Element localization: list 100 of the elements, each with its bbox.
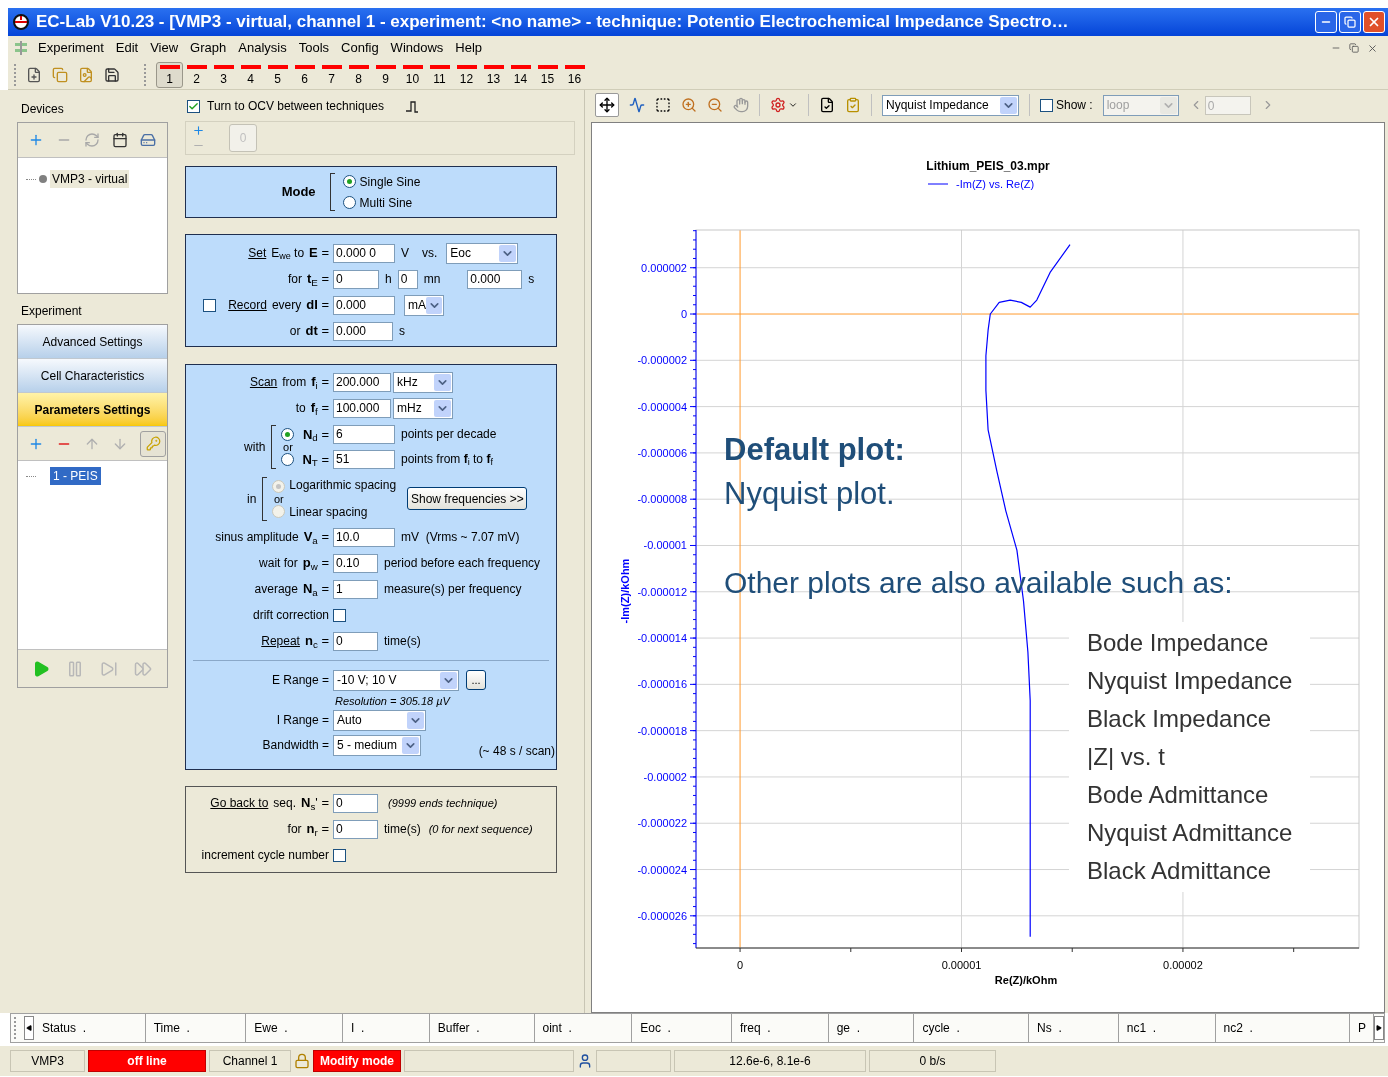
column-header[interactable]: cycle . xyxy=(914,1014,1030,1042)
checklist-icon[interactable] xyxy=(819,97,835,113)
radio-button[interactable] xyxy=(281,428,295,441)
input-field[interactable]: 100.000 xyxy=(333,398,391,418)
hand-icon[interactable] xyxy=(733,97,749,113)
link[interactable]: Set xyxy=(248,244,267,262)
more-button[interactable]: ... xyxy=(466,670,486,690)
checkbox[interactable] xyxy=(333,608,346,622)
add-icon[interactable] xyxy=(28,132,44,148)
zoom-in-icon[interactable] xyxy=(681,97,697,113)
caret-icon[interactable] xyxy=(788,100,798,110)
dropdown[interactable]: Auto xyxy=(333,709,426,731)
radio-button[interactable] xyxy=(281,453,295,466)
channel-tab[interactable]: 14 xyxy=(507,61,534,88)
copy-icon[interactable] xyxy=(52,66,68,83)
link[interactable]: Record xyxy=(228,296,267,314)
menu-item[interactable]: Config xyxy=(335,38,385,58)
dropdown[interactable]: mHz xyxy=(393,397,453,419)
calendar-icon[interactable] xyxy=(112,132,128,148)
channel-tab[interactable]: 1 xyxy=(156,61,183,88)
channel-tab[interactable]: 8 xyxy=(345,61,372,88)
minimize-button[interactable] xyxy=(1315,11,1337,33)
checkbox[interactable] xyxy=(333,848,346,862)
channel-tab[interactable]: 5 xyxy=(264,61,291,88)
refresh-icon[interactable] xyxy=(84,132,100,148)
key-button[interactable] xyxy=(140,430,166,457)
selection-icon[interactable] xyxy=(655,97,671,113)
channel-tab[interactable]: 6 xyxy=(291,61,318,88)
input-field[interactable]: 1 xyxy=(333,579,378,599)
channel-tab[interactable]: 12 xyxy=(453,61,480,88)
channel-tab[interactable]: 10 xyxy=(399,61,426,88)
menu-item[interactable]: Tools xyxy=(292,38,336,58)
channel-tab[interactable]: 4 xyxy=(237,61,264,88)
column-header[interactable]: Ewe . xyxy=(246,1014,344,1042)
channel-tab[interactable]: 15 xyxy=(534,61,561,88)
channel-tab[interactable]: 11 xyxy=(426,61,453,88)
input-field[interactable]: 200.000 xyxy=(333,372,391,392)
dropdown[interactable]: Nyquist Impedance xyxy=(882,94,1019,116)
technique-item[interactable]: 1 - PEIS xyxy=(50,467,101,485)
menu-item[interactable]: Windows xyxy=(384,38,450,58)
zoom-out-icon[interactable] xyxy=(707,97,723,113)
link[interactable]: Repeat xyxy=(261,632,300,650)
maximize-button[interactable] xyxy=(1339,11,1361,33)
column-header[interactable]: I . xyxy=(343,1014,430,1042)
column-header[interactable]: Ns . xyxy=(1029,1014,1119,1042)
column-header[interactable]: Time . xyxy=(145,1014,247,1042)
column-header[interactable]: ge . xyxy=(828,1014,915,1042)
dropdown[interactable]: 5 - medium xyxy=(333,734,421,756)
input-field[interactable]: 0.000 xyxy=(333,295,395,315)
input-field[interactable]: 0 xyxy=(333,269,379,289)
play-icon[interactable] xyxy=(32,659,50,678)
restore-icon[interactable] xyxy=(1349,43,1359,53)
move-button[interactable] xyxy=(595,93,619,117)
column-header[interactable]: Eoc . xyxy=(632,1014,732,1042)
dropdown[interactable]: mA xyxy=(404,294,444,316)
menu-item[interactable]: View xyxy=(144,38,185,58)
link[interactable]: Scan xyxy=(249,373,278,391)
input-field[interactable]: 10.0 xyxy=(333,527,395,547)
channel-tab[interactable]: 2 xyxy=(183,61,210,88)
checkbox[interactable] xyxy=(203,298,217,312)
column-header[interactable]: nc1 . xyxy=(1118,1014,1216,1042)
scroll-right-button[interactable] xyxy=(1374,1016,1384,1040)
link[interactable]: Go back to xyxy=(210,794,269,812)
clipboard-check-icon[interactable] xyxy=(845,97,861,113)
menu-item[interactable]: Edit xyxy=(109,38,145,58)
device-item[interactable]: VMP3 - virtual xyxy=(50,170,130,188)
menu-item[interactable]: Help xyxy=(449,38,489,58)
channel-tab[interactable]: 3 xyxy=(210,61,237,88)
input-field[interactable]: 0 xyxy=(333,819,378,839)
menu-item[interactable]: Graph xyxy=(184,38,233,58)
dropdown[interactable]: -10 V; 10 V xyxy=(333,669,459,691)
input-field[interactable]: 6 xyxy=(333,425,395,444)
input-field[interactable]: 0 xyxy=(397,269,418,289)
dropdown[interactable]: Eoc xyxy=(446,242,519,264)
chart-icon[interactable] xyxy=(629,97,645,113)
save-icon[interactable] xyxy=(104,66,120,83)
column-header[interactable]: nc2 . xyxy=(1215,1014,1351,1042)
column-header[interactable]: Buffer . xyxy=(429,1014,535,1042)
menu-item[interactable]: Experiment xyxy=(32,38,110,58)
channel-tab[interactable]: 16 xyxy=(561,61,588,88)
device-icon[interactable] xyxy=(140,132,156,148)
input-field[interactable]: 0.000 xyxy=(333,321,393,341)
radio-button[interactable] xyxy=(342,196,356,209)
close-button[interactable] xyxy=(1363,11,1385,33)
column-header[interactable]: oint . xyxy=(534,1014,633,1042)
input-field[interactable]: 0.10 xyxy=(333,553,378,573)
file-chart-icon[interactable] xyxy=(78,66,94,83)
close-icon[interactable] xyxy=(1367,42,1378,54)
column-header[interactable]: Status . xyxy=(33,1014,146,1042)
checkbox[interactable] xyxy=(1040,98,1053,112)
settings-icon[interactable] xyxy=(770,97,786,113)
channel-tab[interactable]: 9 xyxy=(372,61,399,88)
channel-tab[interactable]: 7 xyxy=(318,61,345,88)
input-field[interactable]: 0.000 xyxy=(467,269,523,289)
input-field[interactable]: 0 xyxy=(333,793,378,813)
checkbox[interactable] xyxy=(187,99,200,113)
input-field[interactable]: 51 xyxy=(333,450,395,469)
scroll-left-button[interactable] xyxy=(24,1016,34,1040)
new-file-icon[interactable] xyxy=(26,66,42,83)
dropdown[interactable]: kHz xyxy=(393,371,453,393)
